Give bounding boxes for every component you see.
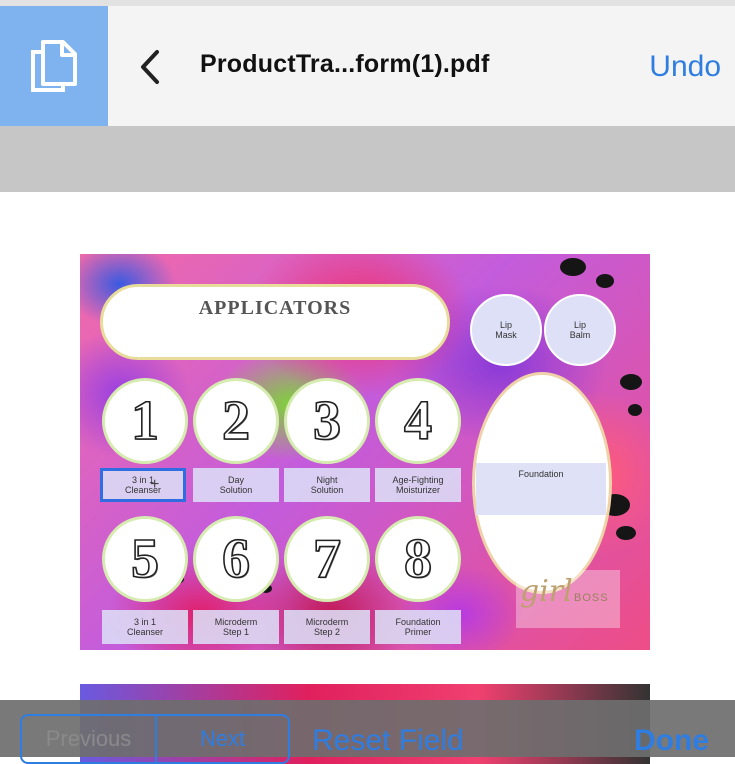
ink-splatter <box>628 404 642 416</box>
undo-button[interactable]: Undo <box>649 50 721 84</box>
applicators-header: APPLICATORS <box>100 284 450 360</box>
number-label: 7 <box>312 527 342 591</box>
form-field-microderm-step2[interactable]: Microderm Step 2 <box>284 610 370 644</box>
field-label: Microderm Step 1 <box>214 617 258 637</box>
field-label: Night Solution <box>310 475 344 495</box>
logo-script: girl <box>520 574 573 609</box>
number-circle-3: 3 <box>284 378 370 464</box>
form-field-3in1-cleanser[interactable]: 3 in 1 Cleanser <box>100 468 186 502</box>
ink-splatter <box>596 274 614 288</box>
number-label: 1 <box>130 389 160 453</box>
lip-mask-label: Lip Mask <box>495 320 517 340</box>
field-label: Microderm Step 2 <box>305 617 349 637</box>
number-circle-6: 6 <box>193 516 279 602</box>
navigation-bar: ProductTra...form(1).pdf Undo <box>0 0 735 126</box>
chevron-left-icon <box>141 50 159 84</box>
lip-balm-field[interactable]: Lip Balm <box>544 294 616 366</box>
done-button[interactable]: Done <box>634 724 709 758</box>
form-field-day-solution[interactable]: Day Solution <box>193 468 279 502</box>
form-navigation-toolbar: Previous Next Reset Field Done <box>0 700 735 764</box>
text-cursor-icon: + <box>150 476 160 493</box>
number-label: 8 <box>403 527 433 591</box>
pdf-page: APPLICATORS Lip Mask Lip Balm 1 2 3 4 3 … <box>80 254 650 650</box>
form-field-foundation[interactable]: Foundation <box>476 463 606 515</box>
logo-word: BOSS <box>574 592 609 604</box>
ink-splatter <box>616 526 636 540</box>
number-circle-1: 1 <box>102 378 188 464</box>
field-label: 3 in 1 Cleanser <box>126 617 164 637</box>
number-circle-5: 5 <box>102 516 188 602</box>
form-field-foundation-primer[interactable]: Foundation Primer <box>375 610 461 644</box>
ink-splatter <box>560 258 586 276</box>
number-circle-2: 2 <box>193 378 279 464</box>
number-label: 2 <box>221 389 251 453</box>
field-label: Foundation Primer <box>395 617 441 637</box>
girl-boss-logo: girl BOSS <box>516 570 620 628</box>
next-field-button[interactable]: Next <box>157 716 288 762</box>
lip-balm-label: Lip Balm <box>569 320 591 340</box>
number-label: 6 <box>221 527 251 591</box>
number-circle-7: 7 <box>284 516 370 602</box>
lip-mask-field[interactable]: Lip Mask <box>470 294 542 366</box>
number-circle-8: 8 <box>375 516 461 602</box>
number-label: 4 <box>403 389 433 453</box>
documents-icon <box>31 40 77 92</box>
back-button[interactable] <box>128 42 172 92</box>
documents-button[interactable] <box>0 6 108 126</box>
document-title: ProductTra...form(1).pdf <box>200 50 490 78</box>
reset-field-button[interactable]: Reset Field <box>312 724 464 758</box>
form-field-age-fighting-moisturizer[interactable]: Age-Fighting Moisturizer <box>375 468 461 502</box>
form-field-3in1-cleanser-2[interactable]: 3 in 1 Cleanser <box>102 610 188 644</box>
previous-field-button[interactable]: Previous <box>22 716 157 762</box>
ink-splatter <box>620 374 642 390</box>
form-field-microderm-step1[interactable]: Microderm Step 1 <box>193 610 279 644</box>
number-label: 5 <box>130 527 160 591</box>
field-label: Day Solution <box>219 475 253 495</box>
number-label: 3 <box>312 389 342 453</box>
number-circle-4: 4 <box>375 378 461 464</box>
field-label: Age-Fighting Moisturizer <box>392 475 444 495</box>
toolbar-divider <box>0 126 735 192</box>
form-field-night-solution[interactable]: Night Solution <box>284 468 370 502</box>
applicators-title: APPLICATORS <box>198 297 352 319</box>
